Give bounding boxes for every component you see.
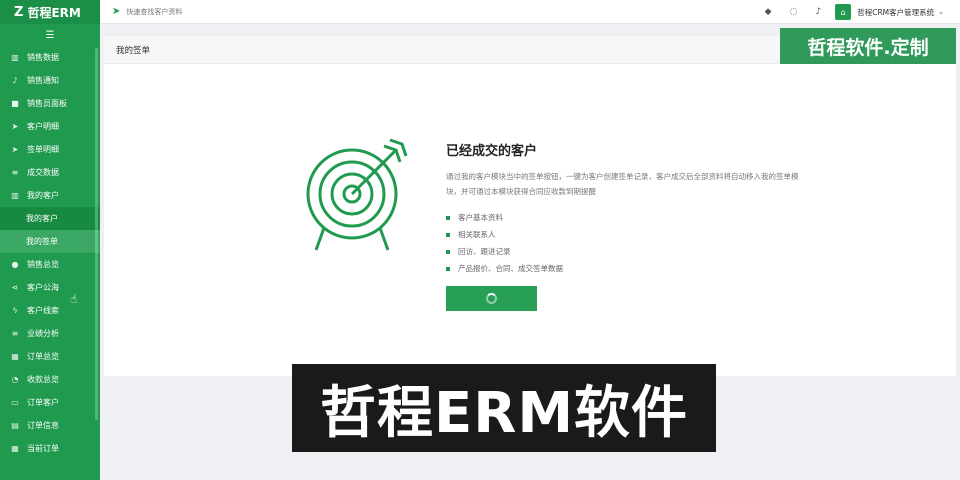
loading-button[interactable] (446, 286, 537, 311)
sidebar-item-my-customers[interactable]: ▥ 我的客户 (0, 184, 100, 207)
sidebar-item-sign-detail[interactable]: ➤ 签单明细 (0, 138, 100, 161)
info-description: 通过我的客户模块当中的签单按钮，一键为客户创建签单记录，客户成交后全部资料将自动… (446, 172, 799, 196)
grid-icon: ▦ (11, 444, 19, 453)
mouse-cursor-icon: ☝ (70, 292, 78, 306)
bullet-icon (446, 266, 450, 271)
android-icon[interactable]: ◆ (765, 7, 772, 17)
sidebar-item-payment-overview[interactable]: ◔ 收款总览 (0, 368, 100, 391)
chart-icon: ▥ (11, 53, 19, 62)
video-icon: ■ (11, 99, 19, 108)
sidebar-item-order-info[interactable]: ▤ 订单信息 (0, 414, 100, 437)
sidebar-item-order-overview[interactable]: ▦ 订单总览 (0, 345, 100, 368)
chevron-down-icon: ⌄ (938, 8, 944, 16)
sidebar-menu: ▥ 销售数据 ♪ 销售通知 ■ 销售员面板 ➤ 客户明细 ➤ 签单明细 ≡ 成交数据 ▥ 我的… (0, 46, 100, 460)
grid-icon: ▦ (11, 352, 19, 361)
chat-icon[interactable]: ◌ (790, 7, 798, 17)
user-name: 哲程CRM客户管理系统 (857, 7, 935, 17)
top-right-tools: ◆ ◌ ♪ ⌂ 哲程CRM客户管理系统 ⌄ (747, 0, 944, 24)
bell-icon: ♪ (12, 76, 18, 85)
feature-list: 客户基本资料 相关联系人 回访、跟进记录 产品报价、合同、成交签单数据 (446, 209, 806, 277)
spinner-icon (486, 293, 497, 304)
menu-icon: ☰ (45, 29, 55, 41)
doc-icon: ▤ (11, 421, 19, 430)
sidebar-item-customer-leads[interactable]: ϟ 客户线索 (0, 299, 100, 322)
video-caption: 哲程ERM软件 (292, 364, 716, 452)
sidebar-subitem-my-customers[interactable]: 我的客户 (0, 207, 100, 230)
sidebar-item-deal-data[interactable]: ≡ 成交数据 (0, 161, 100, 184)
list-item: 回访、跟进记录 (446, 243, 806, 260)
send-icon: ➤ (112, 6, 121, 17)
info-title: 已经成交的客户 (446, 144, 538, 159)
sidebar-subitem-my-signs[interactable]: 我的签单 (0, 230, 100, 253)
list-icon: ≡ (11, 329, 19, 338)
list-item: 客户基本资料 (446, 209, 806, 226)
empty-state-card: 已经成交的客户 通过我的客户模块当中的签单按钮，一键为客户创建签单记录，客户成交… (104, 64, 956, 376)
bullet-icon (446, 232, 450, 237)
empty-state-info: 已经成交的客户 通过我的客户模块当中的签单按钮，一键为客户创建签单记录，客户成交… (446, 140, 806, 277)
sidebar: Z 哲程ERM ☰ ▥ 销售数据 ♪ 销售通知 ■ 销售员面板 ➤ 客户明细 ➤ 签单明细… (0, 0, 100, 480)
sidebar-item-order-customers[interactable]: ▭ 订单客户 (0, 391, 100, 414)
sidebar-scrollbar[interactable] (95, 48, 98, 420)
list-item: 产品报价、合同、成交签单数据 (446, 260, 806, 277)
bullet-icon (446, 215, 450, 220)
user-menu[interactable]: ⌂ 哲程CRM客户管理系统 ⌄ (835, 4, 944, 20)
bolt-icon: ϟ (12, 306, 18, 315)
target-icon (306, 138, 408, 251)
home-icon: ⌂ (835, 4, 852, 20)
bell-icon[interactable]: ♪ (815, 7, 821, 17)
sidebar-item-customer-detail[interactable]: ➤ 客户明细 (0, 115, 100, 138)
sidebar-item-sales-notice[interactable]: ♪ 销售通知 (0, 69, 100, 92)
send-icon: ➤ (11, 122, 19, 131)
logo-text: 哲程ERM (27, 5, 81, 20)
share-icon: ⋖ (11, 283, 19, 292)
page-title: 我的签单 (116, 45, 151, 56)
list-item: 相关联系人 (446, 226, 806, 243)
send-icon: ➤ (11, 145, 19, 154)
sidebar-item-customer-pool[interactable]: ⋖ 客户公海 (0, 276, 100, 299)
sidebar-item-sales-data[interactable]: ▥ 销售数据 (0, 46, 100, 69)
list-icon: ≡ (11, 168, 19, 177)
bullet-icon (446, 249, 450, 254)
quick-search-input[interactable] (126, 7, 327, 16)
sidebar-item-sales-overview[interactable]: ● 销售总览 (0, 253, 100, 276)
top-bar: ➤ ◆ ◌ ♪ ⌂ 哲程CRM客户管理系统 ⌄ (100, 0, 960, 24)
sidebar-item-current-orders[interactable]: ▦ 当前订单 (0, 437, 100, 460)
chart-icon: ▥ (11, 191, 19, 200)
window-icon: ▭ (11, 398, 19, 407)
logo[interactable]: Z 哲程ERM (0, 0, 100, 24)
rss-icon: ◔ (11, 375, 19, 384)
sidebar-collapse-button[interactable]: ☰ (0, 24, 100, 46)
eye-icon: ● (11, 260, 19, 269)
watermark-banner: 哲程软件.定制 (780, 28, 956, 64)
sidebar-item-sales-panel[interactable]: ■ 销售员面板 (0, 92, 100, 115)
sidebar-item-performance[interactable]: ≡ 业绩分析 (0, 322, 100, 345)
logo-mark: Z (14, 4, 24, 20)
